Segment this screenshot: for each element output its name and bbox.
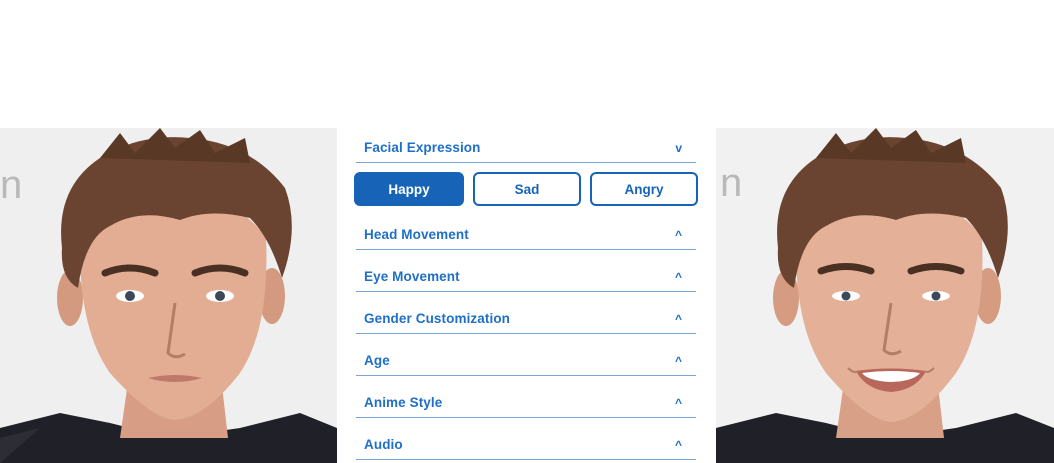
section-label: Eye Movement [364, 269, 460, 284]
expression-options: Happy Sad Angry [354, 172, 698, 208]
section-label: Head Movement [364, 227, 469, 242]
collapse-caret-icon[interactable]: v [675, 141, 682, 155]
section-anime-style[interactable]: Anime Style ^ [356, 376, 696, 418]
section-audio[interactable]: Audio ^ [356, 418, 696, 460]
section-label: Facial Expression [364, 140, 481, 155]
edit-controls-panel: Facial Expression v Happy Sad Angry Head… [354, 128, 698, 460]
edited-portrait-image: n [716, 128, 1054, 463]
expand-caret-icon[interactable]: ^ [675, 228, 682, 242]
section-label: Gender Customization [364, 311, 511, 326]
expression-sad-button[interactable]: Sad [473, 172, 581, 206]
section-label: Audio [364, 437, 403, 452]
section-eye-movement[interactable]: Eye Movement ^ [356, 250, 696, 292]
backdrop-text: n [0, 163, 22, 207]
section-gender-customization[interactable]: Gender Customization ^ [356, 292, 696, 334]
section-facial-expression[interactable]: Facial Expression v [356, 128, 696, 163]
section-head-movement[interactable]: Head Movement ^ [356, 208, 696, 250]
expand-caret-icon[interactable]: ^ [675, 396, 682, 410]
source-portrait-image: n [0, 128, 337, 463]
section-label: Age [364, 353, 390, 368]
expression-happy-button[interactable]: Happy [354, 172, 464, 206]
expression-angry-button[interactable]: Angry [590, 172, 698, 206]
section-age[interactable]: Age ^ [356, 334, 696, 376]
expand-caret-icon[interactable]: ^ [675, 312, 682, 326]
expand-caret-icon[interactable]: ^ [675, 354, 682, 368]
expand-caret-icon[interactable]: ^ [675, 438, 682, 452]
section-label: Anime Style [364, 395, 443, 410]
edited-portrait: n [716, 128, 1054, 463]
source-portrait: n [0, 128, 337, 463]
backdrop-text: n [720, 161, 742, 205]
expand-caret-icon[interactable]: ^ [675, 270, 682, 284]
